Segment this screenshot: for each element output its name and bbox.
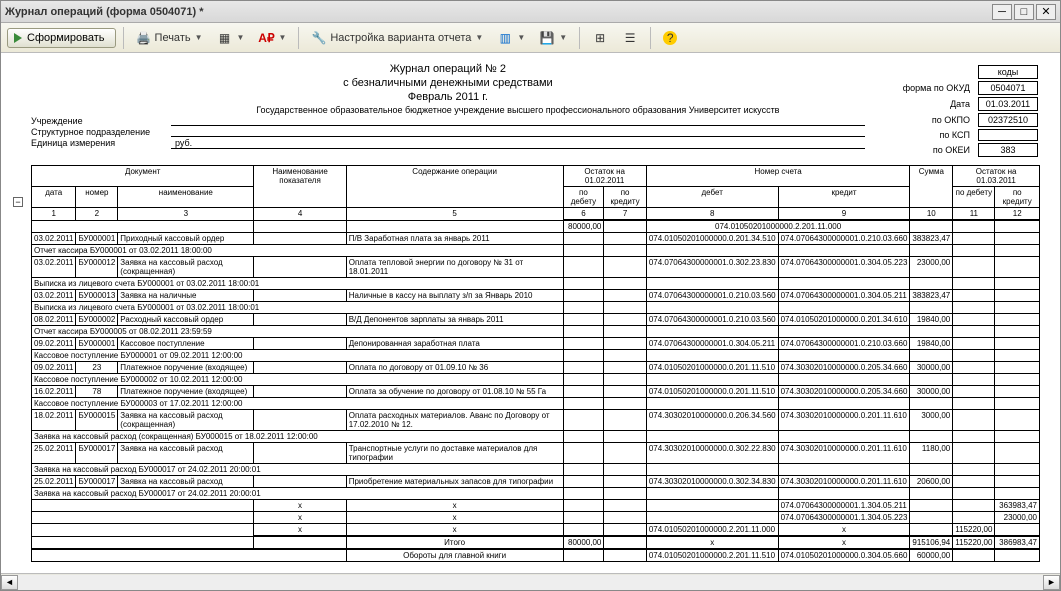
- chevron-down-icon: ▼: [195, 33, 203, 42]
- collapse-toggle[interactable]: −: [13, 197, 23, 207]
- report-viewport[interactable]: Журнал операций № 2 с безналичными денеж…: [1, 53, 1060, 573]
- report-title-1: Журнал операций № 2: [31, 63, 865, 75]
- titlebar: Журнал операций (форма 0504071) * ─ □ ✕: [1, 1, 1060, 23]
- ed-label: Единица измерения: [31, 138, 171, 149]
- window-title: Журнал операций (форма 0504071) *: [5, 6, 204, 18]
- toolbar: Сформировать 🖨️ Печать ▼ ▦▼ A₽▼ 🔧 Настро…: [1, 23, 1060, 53]
- scroll-right-button[interactable]: ►: [1043, 575, 1060, 590]
- help-icon: ?: [663, 31, 677, 45]
- save-icon: 💾: [539, 30, 555, 46]
- close-button[interactable]: ✕: [1036, 4, 1056, 20]
- minimize-button[interactable]: ─: [992, 4, 1012, 20]
- uchr-label: Учреждение: [31, 116, 171, 126]
- grid-button[interactable]: ⊞: [587, 27, 613, 49]
- printer-icon: 🖨️: [136, 30, 152, 46]
- font-button[interactable]: A₽ ▼: [253, 27, 291, 49]
- settings-button[interactable]: 🔧 Настройка варианта отчета ▼: [306, 27, 488, 49]
- chevron-down-icon: ▼: [517, 33, 525, 42]
- report-title-2: с безналичными денежными средствами: [31, 77, 865, 89]
- horizontal-scrollbar[interactable]: ◄ ►: [1, 573, 1060, 590]
- settings-label: Настройка варианта отчета: [330, 32, 471, 44]
- chevron-down-icon: ▼: [237, 33, 245, 42]
- help-button[interactable]: ?: [658, 28, 682, 48]
- ed-value: руб.: [171, 138, 865, 149]
- run-label: Сформировать: [27, 32, 105, 44]
- journal-grid: Документ Наименование показателя Содержа…: [31, 165, 1040, 562]
- save-button[interactable]: 💾▼: [534, 27, 572, 49]
- layout-icon: ▥: [497, 30, 513, 46]
- codes-table: коды форма по ОКУД0504071 Дата01.03.2011…: [895, 63, 1040, 159]
- chevron-down-icon: ▼: [475, 33, 483, 42]
- layout-button[interactable]: ▥▼: [492, 27, 530, 49]
- org-name: Государственное образовательное бюджетно…: [171, 105, 865, 115]
- table-icon: ▦: [217, 30, 233, 46]
- font-icon: A₽: [258, 30, 274, 46]
- print-button[interactable]: 🖨️ Печать ▼: [131, 27, 208, 49]
- scroll-left-button[interactable]: ◄: [1, 575, 18, 590]
- list-icon: ☰: [622, 30, 638, 46]
- run-button[interactable]: Сформировать: [7, 28, 116, 48]
- report-period: Февраль 2011 г.: [31, 91, 865, 103]
- chevron-down-icon: ▼: [559, 33, 567, 42]
- maximize-button[interactable]: □: [1014, 4, 1034, 20]
- grid-icon: ⊞: [592, 30, 608, 46]
- wrench-icon: 🔧: [311, 30, 327, 46]
- podr-label: Структурное подразделение: [31, 127, 171, 137]
- chevron-down-icon: ▼: [278, 33, 286, 42]
- print-label: Печать: [155, 32, 191, 44]
- table-view-button[interactable]: ▦▼: [212, 27, 250, 49]
- list-button[interactable]: ☰: [617, 27, 643, 49]
- play-icon: [14, 33, 22, 43]
